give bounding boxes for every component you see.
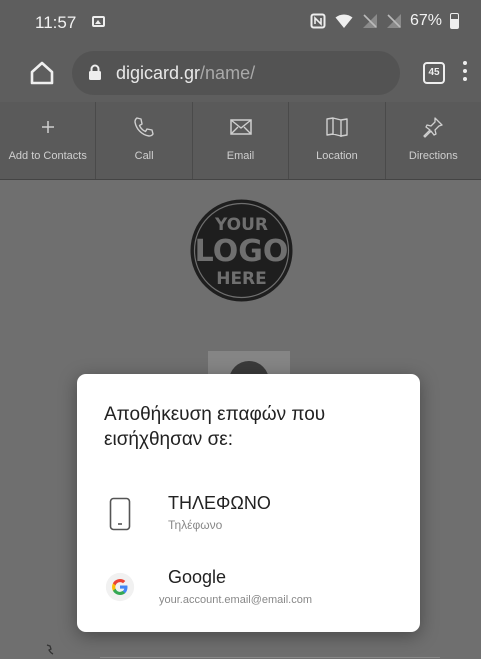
- lock-icon: [89, 64, 101, 80]
- logo-line-3: HERE: [216, 269, 267, 289]
- logo-line-2: LOGO: [195, 234, 289, 269]
- option-name: Google: [168, 567, 227, 587]
- option-name: ΤΗΛΕΦΩΝΟ: [168, 493, 271, 513]
- envelope-icon: [228, 114, 254, 140]
- directions-button[interactable]: Directions: [386, 102, 481, 179]
- browser-toolbar: digicard.gr/name/ 45: [0, 44, 481, 102]
- divider: [100, 657, 440, 658]
- location-button[interactable]: Location: [289, 102, 386, 179]
- action-label: Directions: [408, 150, 458, 162]
- contact-actions-bar: Add to Contacts Call Email Location Dire…: [0, 102, 481, 180]
- battery-percent: 67%: [409, 12, 442, 29]
- email-button[interactable]: Email: [193, 102, 290, 179]
- home-icon[interactable]: [28, 59, 56, 87]
- call-button[interactable]: Call: [96, 102, 193, 179]
- option-google[interactable]: Google your.account.email@email.com: [77, 554, 420, 618]
- nfc-icon: [310, 13, 326, 29]
- action-label: Call: [134, 150, 154, 162]
- add-to-contacts-button[interactable]: Add to Contacts: [0, 102, 97, 179]
- company-logo: YOUR LOGO HERE: [190, 199, 293, 302]
- option-subtitle: Τηλέφωνο: [168, 518, 223, 532]
- signal-off-icon-2: [386, 14, 401, 28]
- url-text: digicard.gr/name/: [116, 63, 255, 84]
- address-bar[interactable]: digicard.gr/name/: [72, 51, 400, 95]
- status-icons: 67%: [310, 12, 459, 30]
- plus-icon: [35, 114, 61, 140]
- status-time: 11:57: [35, 13, 77, 32]
- phone-icon-partial: [46, 644, 54, 655]
- save-contacts-dialog: Αποθήκευση επαφών που εισήχθησαν σε: ΤΗΛ…: [77, 374, 420, 632]
- logo-line-1: YOUR: [214, 215, 268, 235]
- tab-switcher-button[interactable]: 45: [423, 62, 445, 84]
- url-path: /name/: [200, 63, 256, 83]
- overflow-menu-icon[interactable]: [462, 61, 468, 85]
- option-phone[interactable]: ΤΗΛΕΦΩΝΟ Τηλέφωνο: [77, 481, 420, 545]
- action-label: Location: [316, 150, 358, 162]
- image-notification-icon: [92, 16, 105, 27]
- action-label: Add to Contacts: [8, 150, 87, 162]
- google-icon: [105, 570, 135, 604]
- battery-icon: [450, 13, 459, 29]
- wifi-icon: [335, 14, 353, 28]
- phone-device-icon: [105, 497, 135, 531]
- pin-icon: [420, 114, 446, 140]
- phone-icon: [131, 114, 157, 140]
- status-bar: 11:57 67%: [0, 0, 481, 44]
- dialog-title: Αποθήκευση επαφών που εισήχθησαν σε:: [104, 404, 326, 450]
- signal-off-icon: [362, 14, 377, 28]
- action-label: Email: [226, 150, 255, 162]
- map-icon: [324, 114, 350, 140]
- option-subtitle: your.account.email@email.com: [159, 594, 313, 606]
- url-host: digicard.gr: [116, 63, 201, 83]
